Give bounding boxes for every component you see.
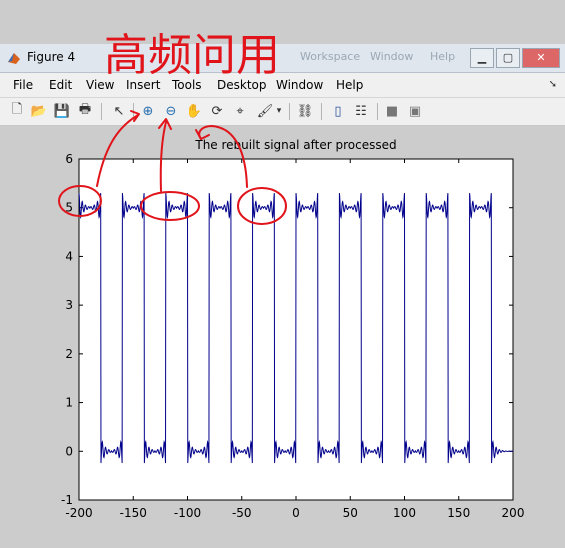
title-bar[interactable]: Figure 4 Workspace Window Help ▁ ▢ ✕ [0,44,565,73]
menu-file[interactable]: File [13,78,33,92]
matlab-logo-icon [8,53,20,64]
link-plot-icon[interactable]: ⛓ [296,102,314,120]
toolbar-separator [289,103,290,120]
x-tick-label: 150 [447,506,470,520]
x-tick-label: -150 [120,506,147,520]
brush-dropdown-icon[interactable]: ▾ [274,102,284,120]
y-tick-label: 2 [65,347,73,361]
rotate-3d-icon[interactable]: ⟳ [208,102,226,120]
window-title: Figure 4 [27,50,76,64]
chart: The rebuilt signal after processed -1 0 1 2 3… [61,138,525,520]
hide-plot-tools-icon[interactable]: ■ [383,102,401,120]
toolbar-separator [101,103,102,120]
data-cursor-icon[interactable]: ⌖ [231,102,249,120]
y-tick-label: 5 [65,201,73,215]
toolbar-separator [321,103,322,120]
menu-window[interactable]: Window [276,78,323,92]
background-ghost-text: Help [430,50,456,63]
menu-help[interactable]: Help [336,78,363,92]
x-tick-label: 0 [292,506,300,520]
background-ghost-text: Window [370,50,414,63]
menu-insert[interactable]: Insert [126,78,160,92]
x-tick-label: -200 [65,506,92,520]
menu-tools[interactable]: Tools [172,78,202,92]
brush-icon[interactable]: 🖌 [256,102,274,120]
x-tick-label: -50 [232,506,252,520]
toolbar-separator [133,103,134,120]
figure-toolbar: 🗋 📂 💾 🖶 ↖ ⊕ ⊖ ✋ ⟳ ⌖ 🖌 ▾ ⛓ ▯ ☷ ■ ▣ [0,98,565,126]
y-tick-label: 0 [65,444,73,458]
y-tick-label: -1 [61,493,73,507]
minimize-button[interactable]: ▁ [470,48,494,68]
background-ghost-text: Workspace [300,50,361,63]
y-tick-label: 4 [65,249,73,263]
open-file-icon[interactable]: 📂 [30,102,48,120]
edit-plot-icon[interactable]: ↖ [110,102,128,120]
zoom-in-icon[interactable]: ⊕ [139,102,157,120]
x-tick-label: 50 [343,506,358,520]
menu-bar: File Edit View Insert Tools Desktop Wind… [0,73,565,98]
show-plot-tools-icon[interactable]: ▣ [406,102,424,120]
colorbar-icon[interactable]: ▯ [329,102,347,120]
figure-canvas: The rebuilt signal after processed -1 0 1 2 3… [0,126,565,548]
y-tick-label: 3 [65,298,73,312]
zoom-out-icon[interactable]: ⊖ [162,102,180,120]
toolbar-separator [377,103,378,120]
x-tick-label: -100 [174,506,201,520]
x-tick-label: 200 [502,506,525,520]
menu-view[interactable]: View [86,78,114,92]
save-icon[interactable]: 💾 [53,102,71,120]
x-tick-label: 100 [393,506,416,520]
new-figure-icon[interactable]: 🗋 [8,102,26,120]
dock-arrow-icon[interactable]: ➘ [549,79,557,90]
legend-icon[interactable]: ☷ [352,102,370,120]
pan-icon[interactable]: ✋ [185,102,203,120]
signal-line [78,193,514,464]
menu-desktop[interactable]: Desktop [217,78,267,92]
print-icon[interactable]: 🖶 [76,102,94,120]
maximize-button[interactable]: ▢ [496,48,520,68]
close-button[interactable]: ✕ [522,48,560,68]
menu-edit[interactable]: Edit [49,78,72,92]
chart-title: The rebuilt signal after processed [194,138,396,152]
y-tick-label: 6 [65,152,73,166]
y-tick-label: 1 [65,396,73,410]
figure-window: Figure 4 Workspace Window Help ▁ ▢ ✕ Fil… [0,0,565,548]
